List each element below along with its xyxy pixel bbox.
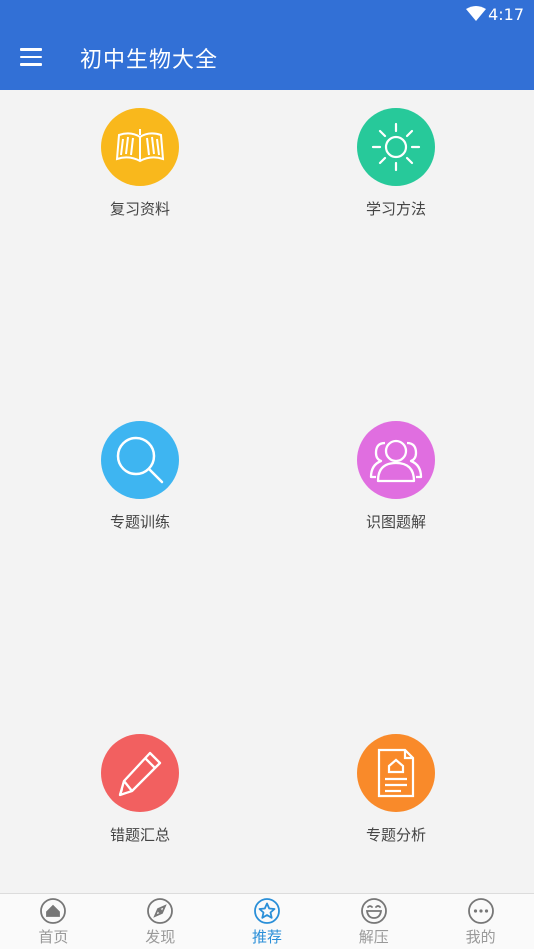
- grid-item-study-methods[interactable]: 学习方法: [326, 108, 466, 228]
- star-icon: [254, 898, 280, 924]
- grid-item-label: 专题分析: [365, 826, 426, 844]
- app-bar: 4:17 初中生物大全: [0, 0, 534, 90]
- book-icon: [101, 108, 179, 186]
- tab-discover[interactable]: 发现: [107, 894, 214, 949]
- bottom-nav: 首页 发现 推荐 解压 我的: [0, 893, 534, 949]
- tab-home[interactable]: 首页: [0, 894, 107, 949]
- menu-icon[interactable]: [20, 48, 42, 66]
- document-icon: [357, 734, 435, 812]
- grid-item-label: 专题训练: [109, 513, 170, 531]
- tab-label: 我的: [465, 928, 496, 946]
- tab-label: 首页: [38, 928, 69, 946]
- grid-item-wrong-answers[interactable]: 错题汇总: [70, 734, 210, 854]
- tab-label: 推荐: [251, 928, 282, 946]
- search-icon: [101, 421, 179, 499]
- grid-item-label: 复习资料: [109, 200, 170, 218]
- sun-icon: [357, 108, 435, 186]
- compass-icon: [147, 898, 174, 924]
- grid-item-label: 错题汇总: [109, 826, 170, 844]
- tab-mine[interactable]: 我的: [427, 894, 534, 949]
- grid-item-diagram-solutions[interactable]: 识图题解: [326, 421, 466, 541]
- grid-item-topic-analysis[interactable]: 专题分析: [326, 734, 466, 854]
- tab-recommend[interactable]: 推荐: [214, 894, 321, 949]
- tab-relax[interactable]: 解压: [320, 894, 427, 949]
- more-icon: [467, 898, 494, 924]
- pencil-icon: [101, 734, 179, 812]
- grid-item-label: 学习方法: [365, 200, 426, 218]
- smile-icon: [360, 898, 387, 924]
- page-title: 初中生物大全: [80, 48, 219, 73]
- grid-item-review-materials[interactable]: 复习资料: [70, 108, 210, 228]
- grid-item-topic-training[interactable]: 专题训练: [70, 421, 210, 541]
- wifi-icon: [466, 6, 486, 21]
- grid-item-label: 识图题解: [365, 513, 426, 531]
- tab-label: 解压: [358, 928, 389, 946]
- home-icon: [40, 898, 67, 924]
- users-icon: [357, 421, 435, 499]
- tab-label: 发现: [145, 928, 176, 946]
- status-time: 4:17: [488, 5, 524, 24]
